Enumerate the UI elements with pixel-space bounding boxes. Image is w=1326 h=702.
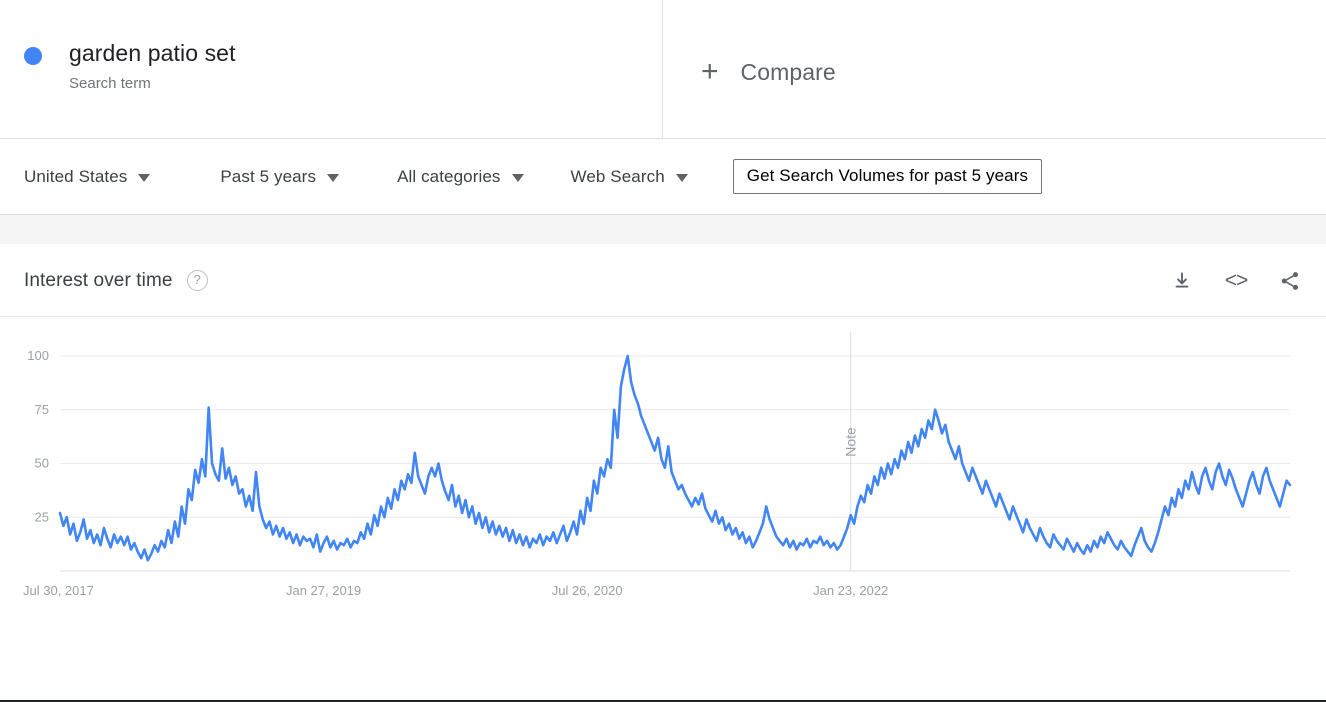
y-axis-tick-label: 50	[35, 456, 49, 471]
filter-location[interactable]: United States	[24, 166, 151, 187]
search-term-title: garden patio set	[69, 40, 236, 66]
interest-over-time-header: Interest over time ? <>	[0, 245, 1326, 317]
filter-bar: United States Past 5 years All categorie…	[0, 139, 1326, 215]
x-axis-tick-label: Jan 27, 2019	[286, 583, 361, 598]
search-term-subtitle: Search term	[69, 75, 151, 92]
search-term-header: garden patio set Search term + Compare	[0, 0, 1326, 139]
chevron-down-icon	[675, 173, 688, 182]
help-icon[interactable]: ?	[186, 270, 208, 291]
x-axis-tick-label: Jul 26, 2020	[552, 583, 623, 598]
page-title: Interest over time	[24, 269, 173, 291]
chevron-down-icon	[511, 173, 524, 182]
compare-button[interactable]: + Compare	[663, 0, 1326, 138]
trends-line-chart[interactable]: 25 50 75 100 Jul 30, 2017 Jan 27, 2019 Jul 26,…	[0, 317, 1326, 702]
filter-location-label: United States	[24, 166, 128, 186]
share-icon[interactable]	[1278, 269, 1302, 293]
y-axis-tick-label: 75	[35, 402, 49, 417]
get-search-volumes-button[interactable]: Get Search Volumes for past 5 years	[732, 159, 1043, 194]
filter-time-range-label: Past 5 years	[220, 166, 317, 186]
compare-label: Compare	[740, 58, 836, 85]
note-annotation-label[interactable]: Note	[843, 427, 859, 457]
filter-category-label: All categories	[397, 166, 501, 186]
filter-time-range[interactable]: Past 5 years	[220, 166, 340, 187]
filter-search-type-label: Web Search	[570, 166, 665, 186]
search-term-texts: garden patio set Search term	[69, 38, 236, 95]
plus-icon: +	[701, 55, 719, 88]
filter-category[interactable]: All categories	[397, 166, 524, 187]
search-term-cell: garden patio set Search term	[0, 0, 663, 138]
y-axis-tick-label: 100	[27, 348, 49, 363]
embed-code-icon[interactable]: <>	[1224, 268, 1249, 293]
chevron-down-icon	[138, 173, 151, 182]
section-separator	[0, 215, 1326, 245]
series-color-dot	[24, 47, 42, 65]
filter-search-type[interactable]: Web Search	[571, 167, 688, 187]
embed-code-glyph: <>	[1224, 268, 1249, 292]
chevron-down-icon	[327, 173, 340, 182]
series-line-garden-patio-set[interactable]	[58, 354, 1292, 562]
x-axis-tick-label: Jan 23, 2022	[813, 583, 888, 598]
interest-over-time-chart: 25 50 75 100 Jul 30, 2017 Jan 27, 2019 Jul 26,…	[0, 317, 1326, 702]
y-axis-tick-label: 25	[35, 509, 49, 524]
download-icon[interactable]	[1170, 269, 1194, 293]
x-axis-tick-label: Jul 30, 2017	[23, 583, 94, 598]
